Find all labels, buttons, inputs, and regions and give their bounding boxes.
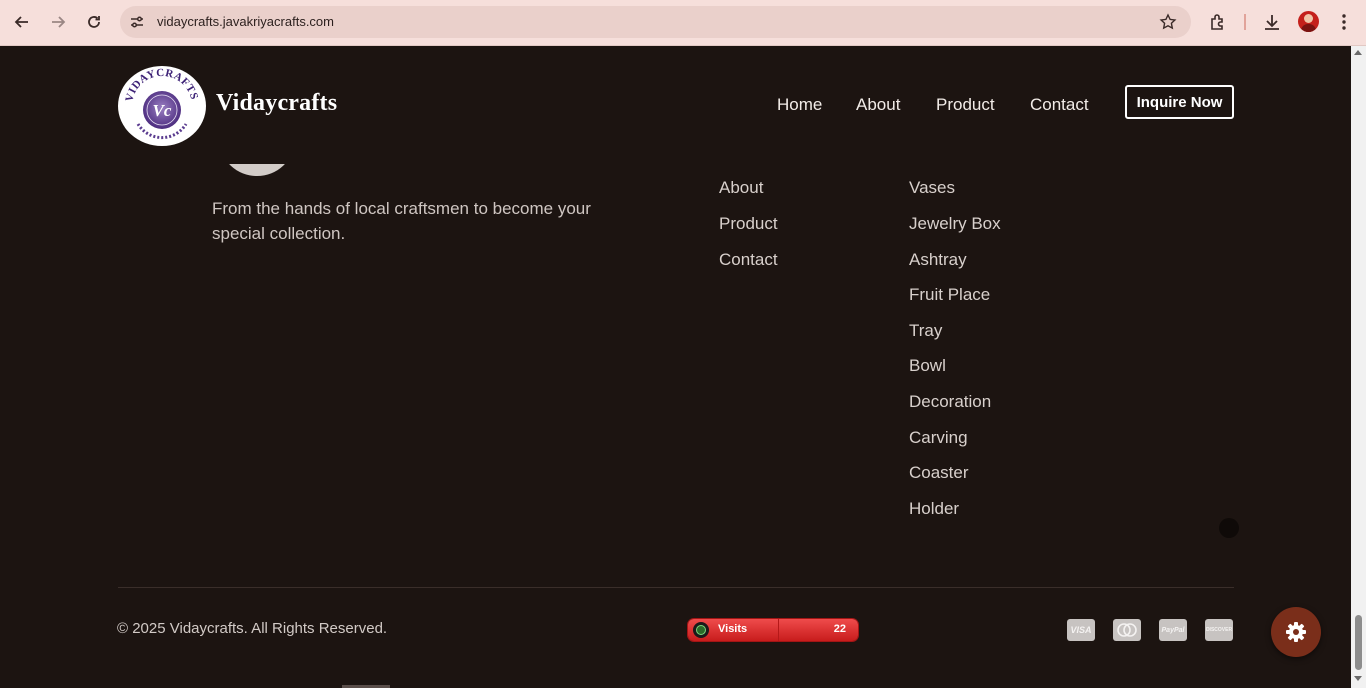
gear-icon	[1286, 622, 1306, 642]
reload-icon[interactable]	[81, 9, 107, 35]
settings-gear-button[interactable]	[1271, 607, 1321, 657]
footer-link-contact[interactable]: Contact	[719, 250, 778, 270]
nav-about[interactable]: About	[856, 95, 900, 115]
nav-contact[interactable]: Contact	[1030, 95, 1089, 115]
copyright-text: © 2025 Vidaycrafts. All Rights Reserved.	[117, 620, 388, 637]
forward-icon[interactable]	[45, 9, 71, 35]
product-link-coaster[interactable]: Coaster	[909, 463, 969, 483]
nav-product[interactable]: Product	[936, 95, 995, 115]
visits-counter-badge: Visits 22	[688, 619, 858, 641]
discover-icon: DISCOVER	[1205, 619, 1233, 641]
url-text[interactable]: vidaycrafts.javakriyacrafts.com	[157, 14, 334, 29]
visa-icon: VISA	[1067, 619, 1095, 641]
nav-home[interactable]: Home	[777, 95, 822, 115]
page-scrollbar[interactable]	[1351, 46, 1366, 688]
scroll-up-arrow-icon[interactable]	[1354, 50, 1362, 55]
page-viewport: VIDAYCRAFTS Vc Vidaycrafts Home About Pr…	[0, 46, 1351, 688]
product-link-ashtray[interactable]: Ashtray	[909, 250, 967, 270]
product-link-tray[interactable]: Tray	[909, 321, 942, 341]
eye-icon	[693, 622, 709, 638]
site-header: VIDAYCRAFTS Vc Vidaycrafts Home About Pr…	[0, 46, 1351, 166]
product-link-vases[interactable]: Vases	[909, 178, 955, 198]
profile-avatar[interactable]	[1298, 11, 1319, 32]
product-link-carving[interactable]: Carving	[909, 428, 968, 448]
footer-link-product[interactable]: Product	[719, 214, 778, 234]
svg-text:Vc: Vc	[153, 101, 172, 120]
scroll-down-arrow-icon[interactable]	[1354, 676, 1362, 681]
floating-dot	[1219, 518, 1239, 538]
extensions-icon[interactable]	[1206, 10, 1230, 34]
product-link-bowl[interactable]: Bowl	[909, 356, 946, 376]
more-menu-icon[interactable]	[1332, 10, 1356, 34]
scrollbar-thumb[interactable]	[1355, 615, 1362, 670]
site-logo[interactable]: VIDAYCRAFTS Vc	[118, 66, 206, 146]
paypal-icon: PayPal	[1159, 619, 1187, 641]
footer-tagline: From the hands of local craftsmen to bec…	[212, 199, 591, 243]
footer-link-about[interactable]: About	[719, 178, 763, 198]
visits-count: 22	[833, 623, 846, 635]
mastercard-icon	[1113, 619, 1141, 641]
product-link-holder[interactable]: Holder	[909, 499, 959, 519]
product-link-fruit-place[interactable]: Fruit Place	[909, 285, 990, 305]
back-icon[interactable]	[9, 9, 35, 35]
toolbar-separator	[1244, 14, 1246, 30]
browser-toolbar: vidaycrafts.javakriyacrafts.com	[0, 0, 1366, 46]
product-link-decoration[interactable]: Decoration	[909, 392, 991, 412]
product-link-jewelry-box[interactable]: Jewelry Box	[909, 214, 1001, 234]
site-settings-icon[interactable]	[128, 13, 146, 31]
visits-label: Visits	[718, 623, 748, 635]
brand-name[interactable]: Vidaycrafts	[216, 90, 337, 117]
address-bar[interactable]: vidaycrafts.javakriyacrafts.com	[120, 6, 1191, 38]
footer-divider	[118, 587, 1234, 588]
bookmark-star-icon[interactable]	[1159, 13, 1177, 36]
inquire-now-button[interactable]: Inquire Now	[1125, 85, 1234, 119]
download-icon[interactable]	[1260, 10, 1284, 34]
